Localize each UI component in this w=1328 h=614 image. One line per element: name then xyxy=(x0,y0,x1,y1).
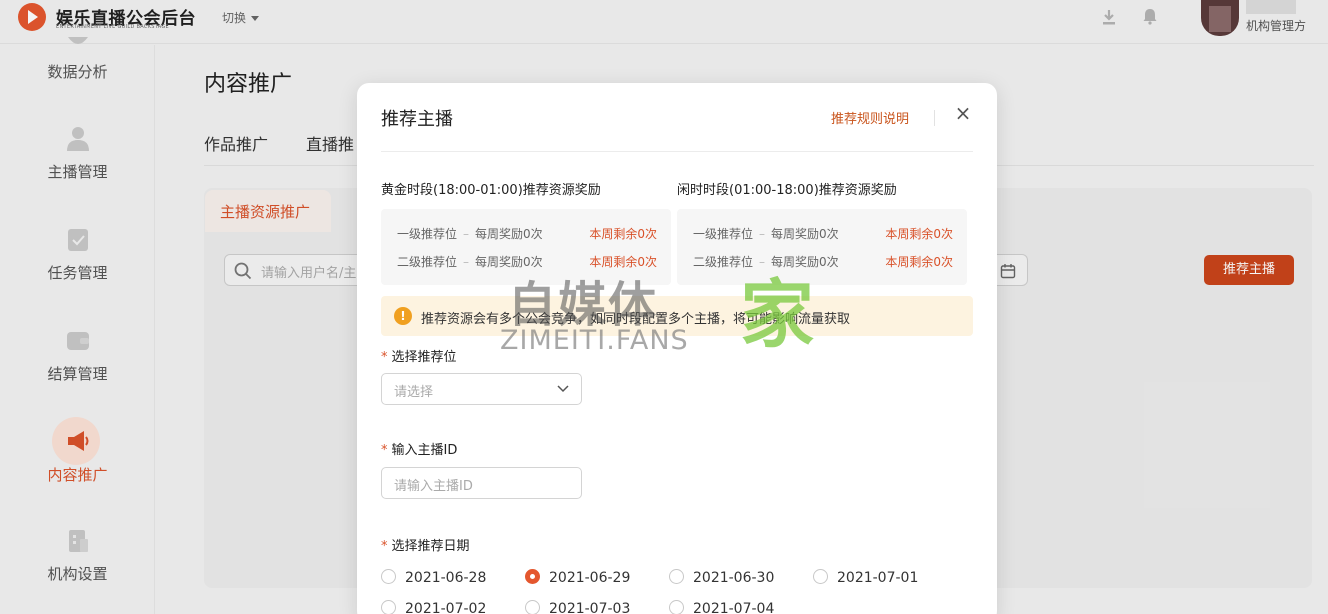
slot-reward: 每周奖励0次 xyxy=(475,255,543,269)
dash: – xyxy=(759,255,766,269)
radio-circle xyxy=(669,600,684,614)
slot-remaining: 本周剩余0次 xyxy=(885,255,953,269)
rule-link[interactable]: 推荐规则说明 xyxy=(831,108,909,127)
dialog-title: 推荐主播 xyxy=(381,109,453,130)
slot-field-label: * 选择推荐位 xyxy=(381,346,457,365)
date-radio[interactable]: 2021-06-29 xyxy=(525,569,630,586)
anchor-id-placeholder: 请输入主播ID xyxy=(394,479,473,494)
date-text: 2021-07-03 xyxy=(549,601,631,614)
id-label: 输入主播ID xyxy=(391,443,458,458)
slot-level: 二级推荐位 xyxy=(397,255,458,269)
slot-level: 一级推荐位 xyxy=(693,227,754,241)
anchor-id-input[interactable]: 请输入主播ID xyxy=(381,467,582,499)
chevron-down-icon xyxy=(557,385,569,393)
date-radio[interactable]: 2021-07-02 xyxy=(381,600,486,614)
date-field-label: * 选择推荐日期 xyxy=(381,535,470,554)
slot-remaining: 本周剩余0次 xyxy=(589,227,657,241)
date-radio[interactable]: 2021-07-01 xyxy=(813,569,918,586)
required-mark: * xyxy=(381,350,388,365)
notice-text: 推荐资源会有多个公会竞争，如同时段配置多个主播，将可能影响流量获取 xyxy=(421,312,851,327)
date-radio[interactable]: 2021-06-28 xyxy=(381,569,486,586)
idle-slot-title: 闲时时段(01:00-18:00)推荐资源奖励 xyxy=(677,183,897,198)
dialog-divider xyxy=(381,151,973,152)
dash: – xyxy=(463,255,470,269)
idle-row-level1: 一级推荐位 – 每周奖励0次 本周剩余0次 xyxy=(693,225,953,242)
date-text: 2021-07-01 xyxy=(837,570,919,586)
idle-slot-card: 一级推荐位 – 每周奖励0次 本周剩余0次 二级推荐位 – 每周奖励0次 本周剩余0次 xyxy=(677,209,967,285)
radio-circle xyxy=(813,569,828,584)
id-field-label: * 输入主播ID xyxy=(381,439,457,458)
dash: – xyxy=(759,227,766,241)
golden-slot-card: 一级推荐位 – 每周奖励0次 本周剩余0次 二级推荐位 – 每周奖励0次 本周剩余0次 xyxy=(381,209,671,285)
close-icon[interactable]: × xyxy=(953,103,973,123)
golden-slot-title: 黄金时段(18:00-01:00)推荐资源奖励 xyxy=(381,183,601,198)
slot-reward: 每周奖励0次 xyxy=(771,227,839,241)
idle-row-level2: 二级推荐位 – 每周奖励0次 本周剩余0次 xyxy=(693,253,953,270)
golden-row-level1: 一级推荐位 – 每周奖励0次 本周剩余0次 xyxy=(397,225,657,242)
radio-circle xyxy=(381,600,396,614)
header-separator xyxy=(934,110,935,126)
slot-reward: 每周奖励0次 xyxy=(475,227,543,241)
golden-row-level2: 二级推荐位 – 每周奖励0次 本周剩余0次 xyxy=(397,253,657,270)
date-label: 选择推荐日期 xyxy=(391,539,470,554)
date-radio[interactable]: 2021-06-30 xyxy=(669,569,774,586)
slot-remaining: 本周剩余0次 xyxy=(589,255,657,269)
radio-circle xyxy=(669,569,684,584)
recommend-anchor-dialog: 推荐主播 推荐规则说明 × 黄金时段(18:00-01:00)推荐资源奖励 一级… xyxy=(357,83,997,614)
radio-circle xyxy=(525,600,540,614)
dash: – xyxy=(463,227,470,241)
competition-notice: ! 推荐资源会有多个公会竞争，如同时段配置多个主播，将可能影响流量获取 xyxy=(381,296,973,336)
warning-icon: ! xyxy=(394,307,412,325)
date-text: 2021-07-04 xyxy=(693,601,775,614)
date-text: 2021-06-29 xyxy=(549,570,631,586)
slot-placeholder: 请选择 xyxy=(394,385,434,400)
required-mark: * xyxy=(381,443,388,458)
slot-label: 选择推荐位 xyxy=(391,350,457,365)
date-text: 2021-06-28 xyxy=(405,570,487,586)
radio-circle xyxy=(381,569,396,584)
radio-circle xyxy=(525,569,540,584)
date-text: 2021-06-30 xyxy=(693,570,775,586)
slot-reward: 每周奖励0次 xyxy=(771,255,839,269)
date-radio[interactable]: 2021-07-04 xyxy=(669,600,774,614)
slot-remaining: 本周剩余0次 xyxy=(885,227,953,241)
slot-level: 二级推荐位 xyxy=(693,255,754,269)
slot-level: 一级推荐位 xyxy=(397,227,458,241)
date-text: 2021-07-02 xyxy=(405,601,487,614)
slot-select[interactable]: 请选择 xyxy=(381,373,582,405)
required-mark: * xyxy=(381,539,388,554)
date-radio[interactable]: 2021-07-03 xyxy=(525,600,630,614)
